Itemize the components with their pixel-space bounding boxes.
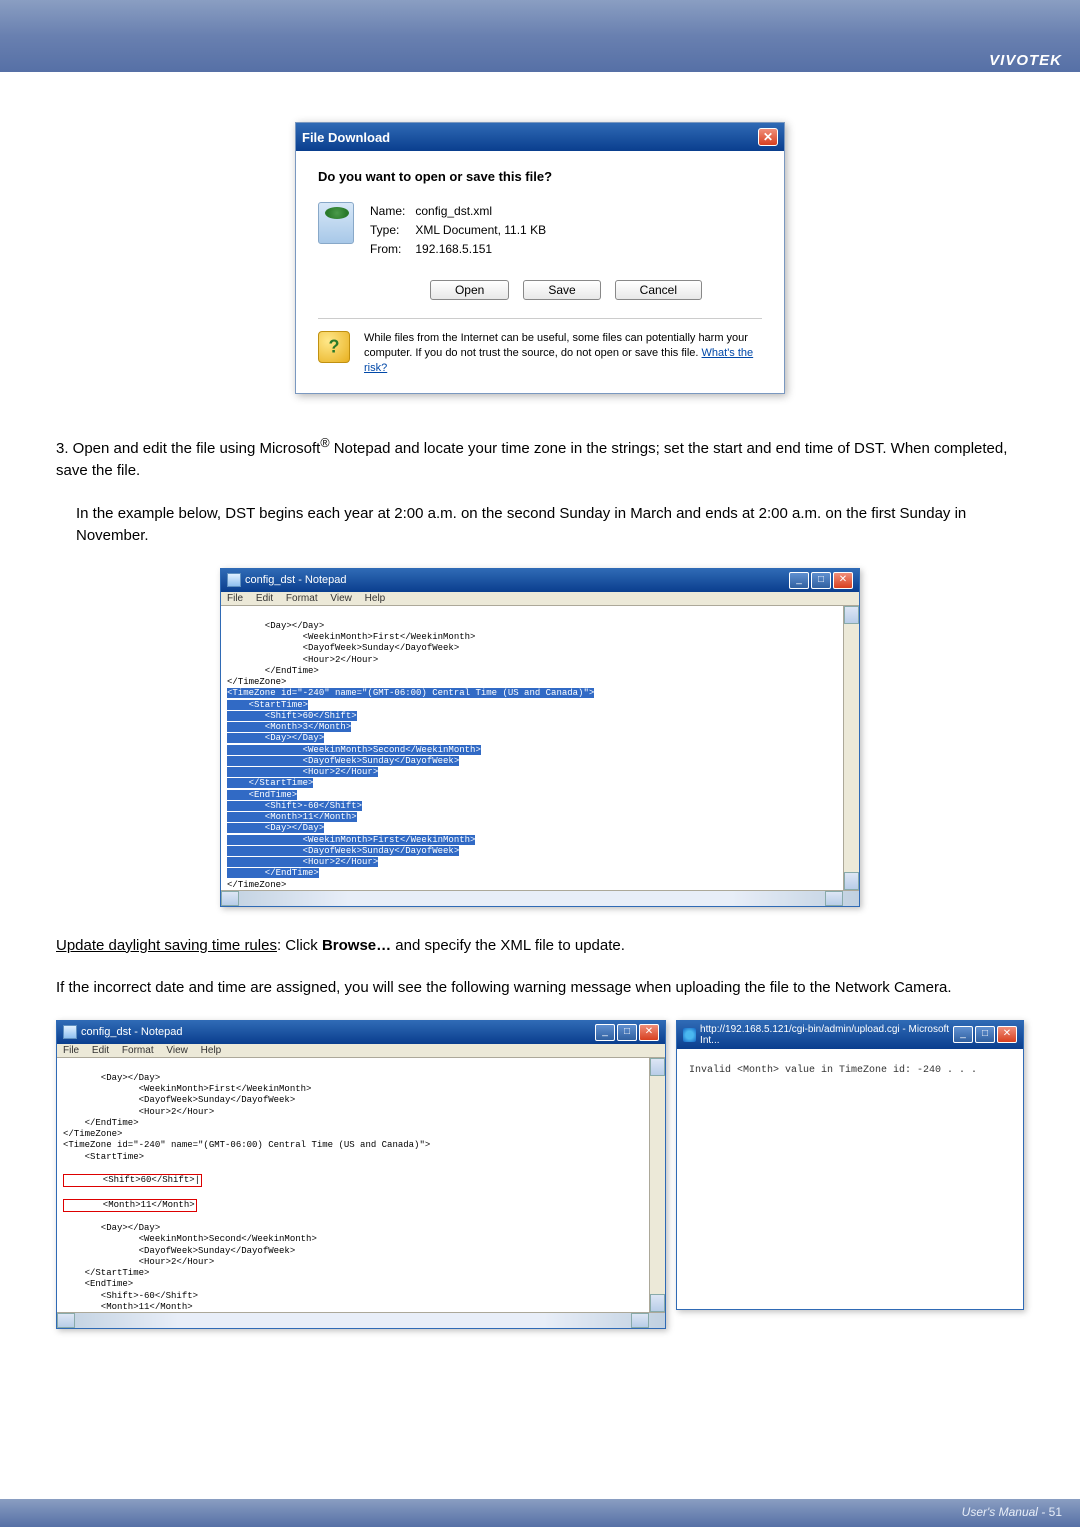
ie-error-message: Invalid <Month> value in TimeZone id: -2…: [689, 1065, 1011, 1076]
ie-window: http://192.168.5.121/cgi-bin/admin/uploa…: [676, 1020, 1024, 1310]
save-button[interactable]: Save: [523, 280, 600, 300]
page-footer: User's Manual - 51: [0, 1499, 1080, 1527]
menu-file[interactable]: File: [227, 593, 243, 604]
incorrect-warning-text: If the incorrect date and time are assig…: [56, 977, 1024, 1000]
file-info: Name: config_dst.xml Type: XML Document,…: [318, 202, 762, 260]
ie-title-text: http://192.168.5.121/cgi-bin/admin/uploa…: [700, 1024, 953, 1046]
horizontal-scrollbar[interactable]: [221, 890, 859, 906]
step3-text: 3. Open and edit the file using Microsof…: [56, 434, 1024, 483]
menu-view[interactable]: View: [166, 1045, 188, 1056]
example-text: In the example below, DST begins each ye…: [76, 503, 1024, 548]
maximize-icon[interactable]: □: [975, 1026, 995, 1043]
ie-titlebar: http://192.168.5.121/cgi-bin/admin/uploa…: [677, 1021, 1023, 1049]
horizontal-scrollbar[interactable]: [57, 1312, 665, 1328]
type-label: Type:: [370, 221, 412, 240]
footer-label: User's Manual -: [962, 1505, 1049, 1519]
menu-edit[interactable]: Edit: [256, 593, 273, 604]
warning-icon: [318, 331, 350, 363]
dialog-body: Do you want to open or save this file? N…: [296, 151, 784, 393]
close-icon[interactable]: ✕: [997, 1026, 1017, 1043]
dialog-buttons: Open Save Cancel: [370, 280, 762, 300]
menu-view[interactable]: View: [330, 593, 352, 604]
name-label: Name:: [370, 202, 412, 221]
menu-help[interactable]: Help: [201, 1045, 222, 1056]
open-button[interactable]: Open: [430, 280, 509, 300]
notepad-menu: File Edit Format View Help: [57, 1044, 665, 1058]
ie-icon: [683, 1028, 696, 1042]
notepad-titlebar: config_dst - Notepad _ □ ✕: [221, 569, 859, 592]
ie-body: Invalid <Month> value in TimeZone id: -2…: [677, 1049, 1023, 1309]
dialog-question: Do you want to open or save this file?: [318, 169, 762, 184]
from-value: 192.168.5.151: [415, 242, 492, 256]
dialog-warning: While files from the Internet can be use…: [318, 331, 762, 377]
divider: [318, 318, 762, 319]
file-meta: Name: config_dst.xml Type: XML Document,…: [370, 202, 546, 260]
maximize-icon[interactable]: □: [617, 1024, 637, 1041]
menu-format[interactable]: Format: [286, 593, 318, 604]
notepad-menu: File Edit Format View Help: [221, 592, 859, 606]
close-icon[interactable]: ✕: [639, 1024, 659, 1041]
menu-help[interactable]: Help: [365, 593, 386, 604]
close-icon[interactable]: ✕: [833, 572, 853, 589]
dialog-title: File Download: [302, 130, 390, 145]
minimize-icon[interactable]: _: [595, 1024, 615, 1041]
update-rules-text: Update daylight saving time rules: Click…: [56, 935, 1024, 958]
from-label: From:: [370, 240, 412, 259]
notepad-title-text: config_dst - Notepad: [245, 574, 347, 586]
notepad-content[interactable]: <Day></Day> <WeekinMonth>First</WeekinMo…: [57, 1058, 665, 1328]
cancel-button[interactable]: Cancel: [615, 280, 702, 300]
page-content: File Download ✕ Do you want to open or s…: [0, 72, 1080, 1329]
page-header: VIVOTEK: [0, 0, 1080, 72]
name-value: config_dst.xml: [415, 204, 492, 218]
type-value: XML Document, 11.1 KB: [415, 223, 546, 237]
notepad-title-text: config_dst - Notepad: [81, 1026, 183, 1038]
dialog-titlebar: File Download ✕: [296, 123, 784, 151]
page-number: 51: [1049, 1505, 1062, 1519]
menu-edit[interactable]: Edit: [92, 1045, 109, 1056]
notepad-icon: [227, 573, 241, 587]
two-panel: config_dst - Notepad _ □ ✕ File Edit For…: [56, 1020, 1024, 1329]
minimize-icon[interactable]: _: [953, 1026, 973, 1043]
xml-file-icon: [318, 202, 354, 244]
notepad-titlebar: config_dst - Notepad _ □ ✕: [57, 1021, 665, 1044]
close-icon[interactable]: ✕: [758, 128, 778, 146]
notepad-window-2: config_dst - Notepad _ □ ✕ File Edit For…: [56, 1020, 666, 1329]
notepad-icon: [63, 1025, 77, 1039]
menu-format[interactable]: Format: [122, 1045, 154, 1056]
notepad-window-1: config_dst - Notepad _ □ ✕ File Edit For…: [220, 568, 860, 907]
minimize-icon[interactable]: _: [789, 572, 809, 589]
file-download-dialog: File Download ✕ Do you want to open or s…: [295, 122, 785, 394]
warning-text: While files from the Internet can be use…: [364, 331, 762, 377]
notepad-content[interactable]: <Day></Day> <WeekinMonth>First</WeekinMo…: [221, 606, 859, 906]
vertical-scrollbar[interactable]: [649, 1058, 665, 1312]
vertical-scrollbar[interactable]: [843, 606, 859, 890]
maximize-icon[interactable]: □: [811, 572, 831, 589]
brand-label: VIVOTEK: [989, 52, 1062, 69]
menu-file[interactable]: File: [63, 1045, 79, 1056]
